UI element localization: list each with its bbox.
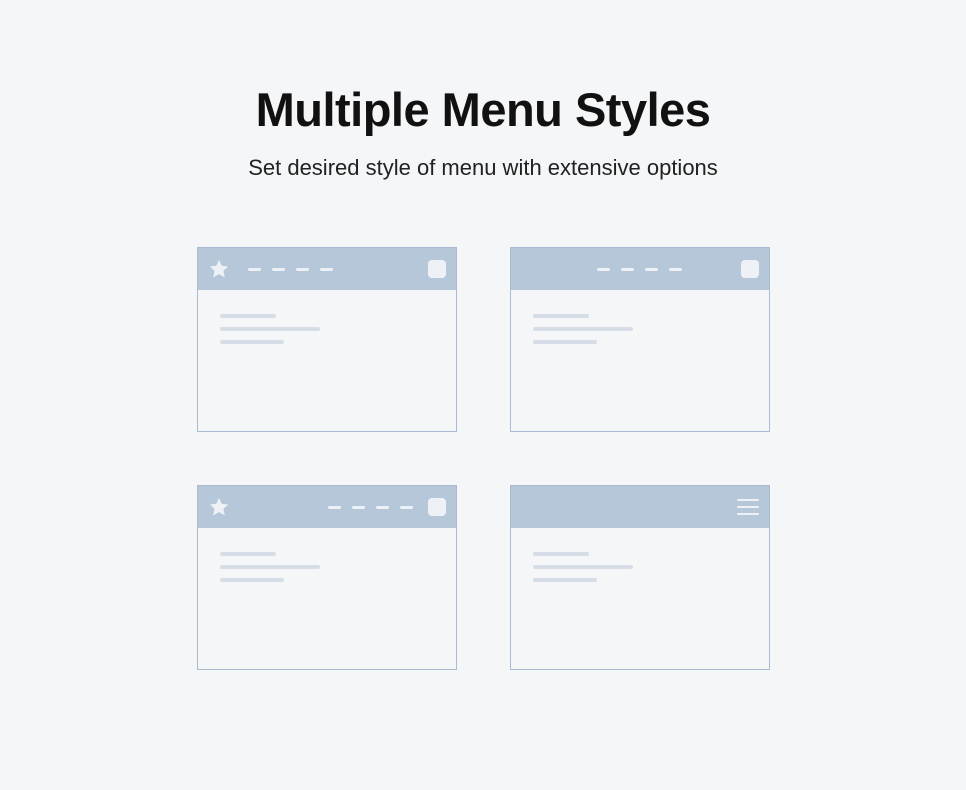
- card-body: [198, 528, 456, 669]
- menu-style-card-2: [510, 247, 770, 432]
- star-icon: [208, 496, 230, 518]
- dash-icon: [669, 268, 682, 271]
- menu-dashes: [248, 268, 333, 271]
- square-icon: [428, 498, 446, 516]
- placeholder-line: [220, 340, 284, 344]
- card-body: [511, 528, 769, 669]
- menu-style-card-3: [197, 485, 457, 670]
- placeholder-line: [533, 565, 633, 569]
- section-subtitle: Set desired style of menu with extensive…: [248, 155, 718, 181]
- dash-icon: [296, 268, 309, 271]
- hamburger-icon: [737, 499, 759, 515]
- placeholder-line: [533, 552, 589, 556]
- placeholder-line: [220, 314, 276, 318]
- placeholder-line: [220, 578, 284, 582]
- placeholder-line: [533, 340, 597, 344]
- dash-icon: [400, 506, 413, 509]
- section-title: Multiple Menu Styles: [256, 82, 711, 137]
- menu-style-card-1: [197, 247, 457, 432]
- card-body: [198, 290, 456, 431]
- star-icon: [208, 258, 230, 280]
- feature-section: Multiple Menu Styles Set desired style o…: [0, 0, 966, 790]
- dash-icon: [597, 268, 610, 271]
- dash-icon: [621, 268, 634, 271]
- card-header: [198, 486, 456, 528]
- menu-style-card-4: [510, 485, 770, 670]
- card-header: [198, 248, 456, 290]
- dash-icon: [328, 506, 341, 509]
- dash-icon: [272, 268, 285, 271]
- placeholder-line: [533, 314, 589, 318]
- placeholder-line: [220, 552, 276, 556]
- dash-icon: [645, 268, 658, 271]
- dash-icon: [248, 268, 261, 271]
- placeholder-line: [533, 327, 633, 331]
- card-header: [511, 248, 769, 290]
- square-icon: [741, 260, 759, 278]
- menu-dashes: [597, 268, 682, 271]
- placeholder-line: [533, 578, 597, 582]
- card-body: [511, 290, 769, 431]
- menu-style-grid: [197, 247, 770, 670]
- dash-icon: [352, 506, 365, 509]
- placeholder-line: [220, 565, 320, 569]
- square-icon: [428, 260, 446, 278]
- menu-dashes: [328, 506, 413, 509]
- dash-icon: [320, 268, 333, 271]
- placeholder-line: [220, 327, 320, 331]
- dash-icon: [376, 506, 389, 509]
- card-header: [511, 486, 769, 528]
